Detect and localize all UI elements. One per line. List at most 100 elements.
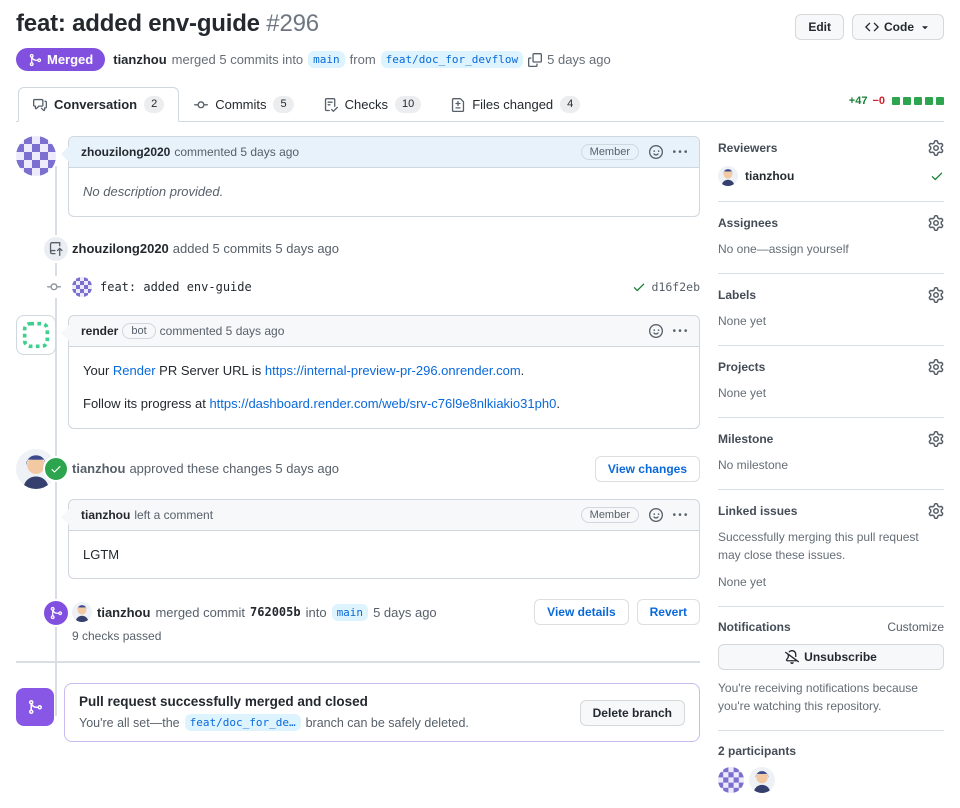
section-title: Projects [718, 360, 766, 374]
gear-icon[interactable] [928, 431, 944, 447]
kebab-menu-button[interactable] [673, 508, 687, 522]
notifications-desc: You're receiving notifications because y… [718, 681, 918, 713]
reviewer-name[interactable]: tianzhou [745, 169, 794, 183]
participant-avatar[interactable] [749, 767, 775, 793]
reaction-smiley-button[interactable] [649, 145, 663, 159]
kebab-menu-button[interactable] [673, 324, 687, 338]
labels-section: Labels None yet [718, 274, 944, 346]
merged-banner: Pull request successfully merged and clo… [16, 683, 700, 742]
delete-branch-button[interactable]: Delete branch [579, 699, 685, 726]
section-title: Labels [718, 288, 757, 302]
gear-icon[interactable] [928, 503, 944, 519]
merger-avatar[interactable] [72, 602, 92, 622]
author-link[interactable]: tianzhou [113, 52, 166, 67]
reviewers-section: Reviewers tianzhou [718, 136, 944, 202]
pr-header: feat: added env-guide #296 Edit Code Mer… [16, 10, 944, 71]
repo-push-icon [42, 234, 70, 263]
edit-button[interactable]: Edit [795, 14, 844, 40]
view-changes-button[interactable]: View changes [594, 455, 700, 482]
timeline-divider [16, 661, 700, 663]
labels-empty: None yet [718, 314, 767, 328]
base-branch-label[interactable]: main [308, 51, 345, 68]
comment-author[interactable]: tianzhou [81, 508, 130, 522]
copy-branch-icon[interactable] [528, 53, 542, 67]
assignees-section: Assignees No one—assign yourself [718, 202, 944, 274]
participant-avatar[interactable] [718, 767, 744, 793]
tab-commits[interactable]: Commits 5 [179, 87, 308, 122]
gear-icon[interactable] [928, 140, 944, 156]
pr-sidebar: Reviewers tianzhou Assignees No one—assi… [718, 136, 944, 808]
event-author[interactable]: zhouzilong2020 [72, 241, 169, 256]
git-merge-icon [28, 53, 42, 67]
pr-title-text: feat: added env-guide [16, 10, 260, 37]
git-merge-icon [42, 599, 70, 627]
view-details-button[interactable]: View details [534, 599, 629, 625]
comment-author[interactable]: zhouzilong2020 [81, 145, 170, 159]
unsubscribe-button[interactable]: Unsubscribe [718, 644, 944, 670]
preview-url-link[interactable]: https://internal-preview-pr-296.onrender… [265, 363, 521, 378]
gear-icon[interactable] [928, 359, 944, 375]
customize-link[interactable]: Customize [887, 620, 944, 634]
commit-sha-link[interactable]: d16f2eb [652, 280, 700, 294]
diff-block [892, 97, 900, 105]
participants-section: 2 participants [718, 731, 944, 808]
commit-message-link[interactable]: feat: added env-guide [100, 280, 252, 294]
section-title: Assignees [718, 216, 779, 230]
pr-description-comment: zhouzilong2020 commented 5 days ago Memb… [16, 136, 700, 217]
render-bot-comment: render bot commented 5 days ago Your Ren… [16, 314, 700, 429]
page-title: feat: added env-guide #296 [16, 10, 319, 38]
member-badge: Member [580, 506, 639, 523]
bot-badge: bot [122, 322, 156, 339]
milestone-section: Milestone No milestone [718, 418, 944, 490]
code-button[interactable]: Code [852, 14, 944, 40]
review-comment: tianzhou left a comment Member LGTM [16, 498, 700, 579]
checks-count: 10 [394, 96, 422, 113]
comment-body: LGTM [83, 546, 120, 562]
banner-subtitle: You're all set—the feat/doc_for_de… bran… [79, 714, 469, 731]
comment-author[interactable]: render [81, 324, 118, 338]
approved-check-icon [43, 455, 69, 482]
diffstat: +47 −0 [849, 95, 944, 113]
banner-title: Pull request successfully merged and clo… [79, 694, 368, 709]
commit-row: feat: added env-guide d16f2eb [16, 275, 700, 298]
merge-summary: tianzhou merged 5 commits into main from fea… [113, 51, 611, 68]
commit-author-avatar[interactable] [72, 277, 92, 297]
render-link[interactable]: Render [113, 363, 156, 378]
event-author[interactable]: tianzhou [97, 605, 150, 620]
reaction-smiley-button[interactable] [649, 324, 663, 338]
merged-commit-sha[interactable]: 762005b [250, 605, 301, 619]
dashboard-url-link[interactable]: https://dashboard.render.com/web/srv-c76… [209, 396, 556, 411]
tab-conversation[interactable]: Conversation 2 [18, 87, 180, 122]
base-branch-label[interactable]: main [331, 603, 369, 621]
gear-icon[interactable] [928, 287, 944, 303]
git-commit-icon [194, 98, 208, 112]
gear-icon[interactable] [928, 215, 944, 231]
head-branch-label[interactable]: feat/doc_for_devflow [380, 51, 524, 68]
head-branch-label[interactable]: feat/doc_for_de… [184, 714, 301, 731]
member-badge: Member [580, 144, 639, 160]
approval-event: tianzhou approved these changes 5 days a… [16, 448, 700, 489]
revert-button[interactable]: Revert [636, 599, 700, 625]
projects-empty: None yet [718, 386, 767, 400]
code-icon [865, 20, 879, 34]
kebab-menu-button[interactable] [673, 145, 687, 159]
linked-issues-desc: Successfully merging this pull request m… [718, 530, 919, 562]
reviewer-row: tianzhou [718, 166, 944, 186]
avatar[interactable] [16, 136, 56, 176]
section-title: 2 participants [718, 744, 797, 758]
render-bot-avatar[interactable] [16, 314, 56, 355]
status-badge: Merged [16, 48, 106, 71]
reviewer-avatar[interactable] [718, 166, 738, 186]
assignees-empty[interactable]: No one—assign yourself [718, 240, 944, 258]
conversation-count: 2 [144, 96, 165, 113]
tab-checks[interactable]: Checks 10 [309, 87, 437, 122]
git-commit-icon [47, 275, 61, 298]
tab-files-changed[interactable]: Files changed 4 [436, 87, 595, 122]
merge-event: tianzhou merged commit 762005b into main… [16, 599, 700, 643]
milestone-empty: No milestone [718, 458, 789, 472]
pr-page: feat: added env-guide #296 Edit Code Mer… [0, 0, 960, 808]
reaction-smiley-button[interactable] [649, 508, 663, 522]
comment-body: No description provided. [83, 184, 224, 199]
event-author[interactable]: tianzhou [72, 461, 125, 476]
files-count: 4 [560, 96, 581, 113]
